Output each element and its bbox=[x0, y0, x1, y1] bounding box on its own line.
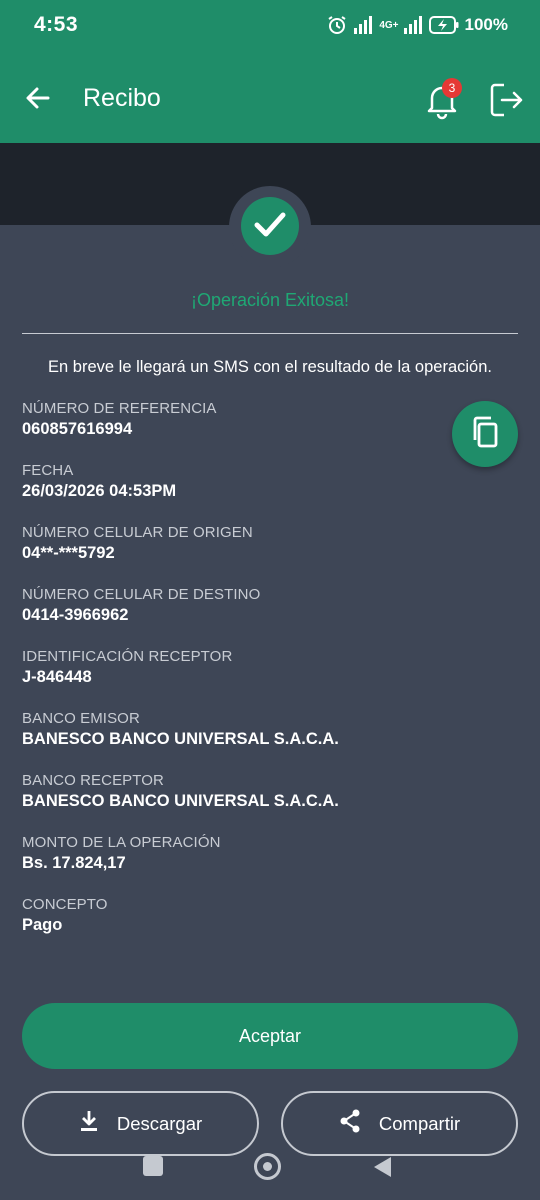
home-icon-dot bbox=[263, 1162, 272, 1171]
download-button[interactable]: Descargar bbox=[22, 1091, 259, 1156]
recent-apps-icon[interactable] bbox=[143, 1156, 163, 1176]
home-icon[interactable] bbox=[254, 1153, 281, 1180]
app-bar: Recibo 3 bbox=[0, 50, 540, 143]
notification-badge: 3 bbox=[442, 78, 462, 98]
status-bar: 4:53 4G+ 100% bbox=[0, 0, 540, 50]
page-title: Recibo bbox=[83, 84, 161, 112]
field-destination-phone: NÚMERO CELULAR DE DESTINO 0414-3966962 bbox=[22, 586, 442, 625]
share-label: Compartir bbox=[378, 1112, 461, 1134]
field-value: BANESCO BANCO UNIVERSAL S.A.C.A. bbox=[22, 792, 339, 810]
field-value: BANESCO BANCO UNIVERSAL S.A.C.A. bbox=[22, 730, 339, 748]
field-value: 0414-3966962 bbox=[22, 606, 129, 624]
field-value: Pago bbox=[22, 916, 63, 934]
field-receiver-id: IDENTIFICACIÓN RECEPTOR J-846448 bbox=[22, 648, 442, 687]
share-button[interactable]: Compartir bbox=[281, 1091, 518, 1156]
back-arrow-icon bbox=[22, 87, 54, 118]
system-nav-bar bbox=[0, 1150, 540, 1200]
field-label: BANCO RECEPTOR bbox=[22, 772, 164, 789]
success-badge bbox=[241, 197, 299, 255]
field-label: FECHA bbox=[22, 462, 74, 479]
checkmark-icon bbox=[251, 205, 289, 248]
alarm-icon bbox=[327, 15, 347, 35]
field-issuing-bank: BANCO EMISOR BANESCO BANCO UNIVERSAL S.A… bbox=[22, 710, 442, 749]
field-concept: CONCEPTO Pago bbox=[22, 896, 442, 935]
divider bbox=[22, 333, 518, 334]
copy-button[interactable] bbox=[452, 401, 518, 467]
signal-icon bbox=[353, 16, 373, 34]
download-label: Descargar bbox=[116, 1112, 203, 1134]
logout-button[interactable] bbox=[488, 81, 526, 119]
field-value: 04**-***5792 bbox=[22, 544, 115, 562]
network-type: 4G+ bbox=[379, 19, 399, 31]
accept-button[interactable]: Aceptar bbox=[22, 1003, 518, 1069]
bell-icon bbox=[424, 86, 460, 124]
field-reference: NÚMERO DE REFERENCIA 060857616994 bbox=[22, 400, 442, 439]
field-label: NÚMERO CELULAR DE ORIGEN bbox=[22, 524, 253, 541]
signal-icon bbox=[403, 16, 423, 34]
field-value: 26/03/2026 04:53PM bbox=[22, 482, 177, 500]
field-label: MONTO DE LA OPERACIÓN bbox=[22, 834, 221, 851]
field-label: NÚMERO CELULAR DE DESTINO bbox=[22, 586, 261, 603]
status-time: 4:53 bbox=[34, 13, 79, 36]
share-icon bbox=[339, 1109, 361, 1138]
copy-icon bbox=[470, 416, 500, 453]
battery-level: 100% bbox=[464, 15, 508, 34]
nav-back-icon[interactable] bbox=[372, 1156, 392, 1178]
field-label: BANCO EMISOR bbox=[22, 710, 140, 727]
field-value: 060857616994 bbox=[22, 420, 133, 438]
battery-charging-icon bbox=[428, 16, 459, 34]
field-label: CONCEPTO bbox=[22, 896, 108, 913]
back-button[interactable] bbox=[22, 82, 54, 114]
field-origin-phone: NÚMERO CELULAR DE ORIGEN 04**-***5792 bbox=[22, 524, 442, 563]
field-receiving-bank: BANCO RECEPTOR BANESCO BANCO UNIVERSAL S… bbox=[22, 772, 442, 811]
success-title: ¡Operación Exitosa! bbox=[190, 290, 350, 310]
field-amount: MONTO DE LA OPERACIÓN Bs. 17.824,17 bbox=[22, 834, 442, 873]
status-icons: 4G+ 100% bbox=[327, 15, 508, 35]
sms-notice: En breve le llegará un SMS con el result… bbox=[48, 358, 492, 376]
download-icon bbox=[79, 1110, 99, 1137]
field-label: IDENTIFICACIÓN RECEPTOR bbox=[22, 648, 233, 665]
field-label: NÚMERO DE REFERENCIA bbox=[22, 400, 217, 417]
logout-icon bbox=[488, 83, 526, 123]
field-date: FECHA 26/03/2026 04:53PM bbox=[22, 462, 442, 501]
field-value: Bs. 17.824,17 bbox=[22, 854, 126, 872]
field-value: J-846448 bbox=[22, 668, 92, 686]
